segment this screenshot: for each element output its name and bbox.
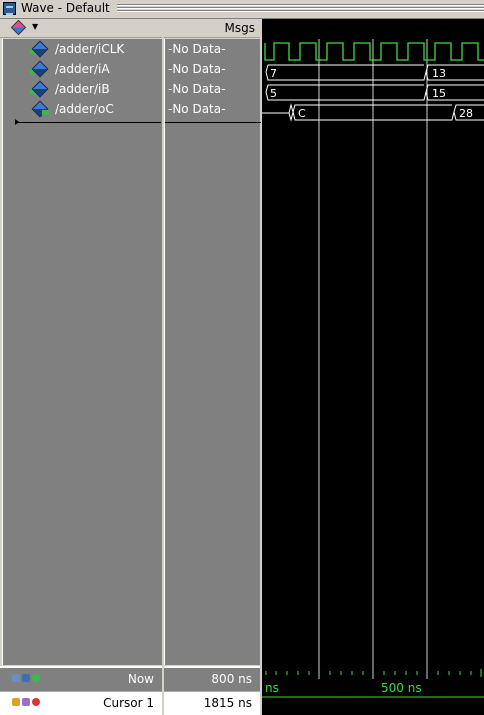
- cursor-value: 1815 ns: [203, 696, 252, 710]
- signal-name: /adder/iA: [55, 62, 110, 76]
- names-header: ▼: [0, 19, 162, 38]
- signal-row-iclk[interactable]: /adder/iCLK: [3, 39, 162, 59]
- time-tick-label: 500 ns: [381, 681, 422, 695]
- signal-value: -No Data-: [168, 62, 226, 76]
- values-header: Msgs: [164, 19, 260, 38]
- selection-line: [165, 122, 261, 123]
- cursor-tool-icons[interactable]: [12, 695, 42, 709]
- signal-diamond-icon[interactable]: [10, 19, 27, 36]
- oc-value-label: 28: [459, 107, 473, 120]
- now-label: Now: [127, 672, 154, 686]
- signal-diamond-icon: [31, 80, 49, 98]
- zoom-icons[interactable]: [12, 671, 42, 685]
- value-row[interactable]: -No Data-: [165, 79, 260, 99]
- ia-value-label: 7: [270, 67, 277, 80]
- values-pane: Msgs -No Data- -No Data- -No Data- -No D…: [164, 19, 261, 715]
- wave-ia: [265, 64, 427, 81]
- cursor-value-row[interactable]: 1815 ns: [164, 691, 260, 715]
- now-value: 800 ns: [211, 672, 252, 686]
- value-row[interactable]: -No Data-: [165, 99, 260, 119]
- wave-oc: [288, 103, 294, 122]
- title-grip[interactable]: [117, 4, 484, 13]
- signal-diamond-icon: [31, 60, 49, 78]
- waveform-canvas[interactable]: 7 13 5 15 C 28: [262, 39, 484, 667]
- names-list: /adder/iCLK /adder/iA /adder/iB /adder/o…: [2, 39, 162, 665]
- wave-ib: [265, 84, 427, 101]
- value-row[interactable]: -No Data-: [165, 39, 260, 59]
- wave-iclk: [264, 42, 484, 61]
- selection-line: [15, 122, 161, 123]
- time-axis[interactable]: ns 500 ns: [262, 667, 484, 715]
- value-row[interactable]: -No Data-: [165, 59, 260, 79]
- dropdown-arrow-icon[interactable]: ▼: [32, 22, 38, 31]
- signal-row-oc[interactable]: /adder/oC: [3, 99, 162, 119]
- signal-value: -No Data-: [168, 82, 226, 96]
- oc-value-label: C: [298, 107, 306, 120]
- time-ruler: [262, 667, 484, 698]
- window-title: Wave - Default: [21, 1, 110, 15]
- msgs-header-label: Msgs: [224, 21, 255, 35]
- signal-value: -No Data-: [168, 102, 226, 116]
- title-bar: Wave - Default: [0, 0, 484, 19]
- signal-names-pane: ▼ /adder/iCLK /adder/iA /adder/iB /adder…: [0, 19, 162, 715]
- now-row: Now: [0, 666, 162, 691]
- cursor-row[interactable]: Cursor 1: [0, 691, 162, 715]
- ib-value-label: 5: [270, 87, 277, 100]
- now-value-row: 800 ns: [164, 666, 260, 691]
- waveform-pane[interactable]: 7 13 5 15 C 28 ns 500 ns: [262, 19, 484, 715]
- wave-window-icon: [3, 2, 16, 15]
- signal-name: /adder/iB: [55, 82, 110, 96]
- ib-value-label: 15: [432, 87, 446, 100]
- signal-name: /adder/oC: [55, 102, 114, 116]
- signal-value: -No Data-: [168, 42, 226, 56]
- values-list: -No Data- -No Data- -No Data- -No Data-: [164, 39, 261, 665]
- signal-row-ib[interactable]: /adder/iB: [3, 79, 162, 99]
- output-arrow-icon: [42, 110, 49, 115]
- signal-row-ia[interactable]: /adder/iA: [3, 59, 162, 79]
- ia-value-label: 13: [432, 67, 446, 80]
- signal-name: /adder/iCLK: [55, 42, 125, 56]
- time-unit-label: ns: [265, 681, 279, 695]
- cursor-label: Cursor 1: [103, 696, 154, 710]
- signal-diamond-icon: [31, 40, 49, 58]
